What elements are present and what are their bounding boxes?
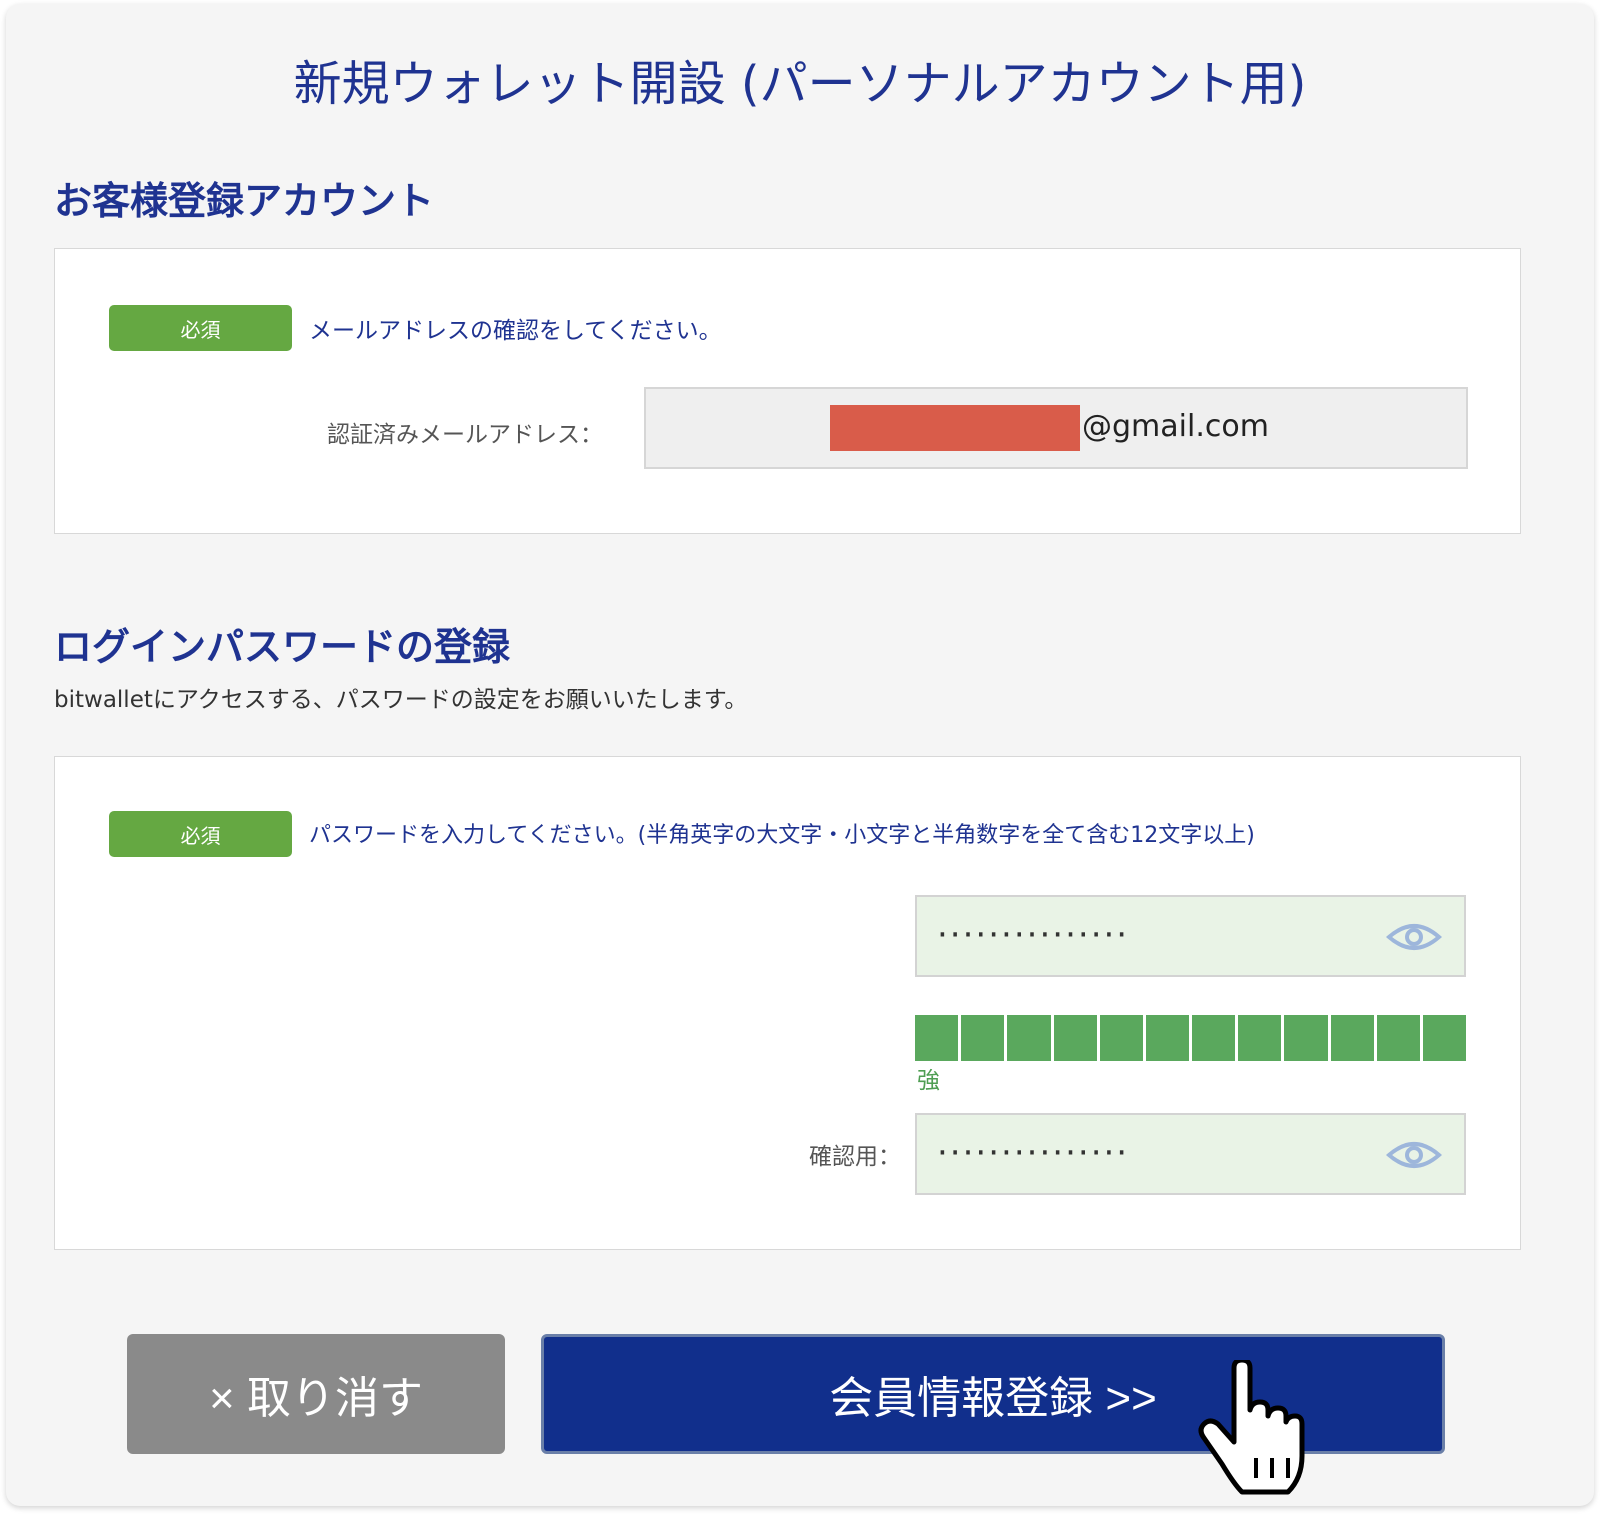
strength-meter-segment bbox=[915, 1015, 959, 1061]
password-strength-meter bbox=[915, 1015, 1467, 1061]
strength-meter-segment bbox=[1053, 1015, 1097, 1061]
strength-meter-segment bbox=[961, 1015, 1005, 1061]
strength-meter-segment bbox=[1422, 1015, 1467, 1061]
cancel-button[interactable]: × 取り消す bbox=[127, 1334, 505, 1454]
email-redaction bbox=[830, 405, 1080, 451]
password-masked-value: ··············· bbox=[937, 915, 1130, 955]
strength-meter-segment bbox=[1099, 1015, 1143, 1061]
password-card: 必須 パスワードを入力してください。(半角英字の大文字・小文字と半角数字を全て含… bbox=[54, 756, 1521, 1250]
strength-meter-segment bbox=[1145, 1015, 1190, 1061]
password-instruction: パスワードを入力してください。(半角英字の大文字・小文字と半角数字を全て含む12… bbox=[309, 823, 1255, 848]
confirm-label: 確認用： bbox=[809, 1144, 901, 1170]
submit-registration-button[interactable]: 会員情報登録 >> bbox=[541, 1334, 1445, 1454]
hand-pointer-icon bbox=[1198, 1360, 1305, 1495]
email-label: 認証済みメールアドレス： bbox=[327, 422, 603, 448]
password-section-heading: ログインパスワードの登録 bbox=[54, 625, 511, 669]
required-badge: 必須 bbox=[109, 305, 292, 351]
required-badge: 必須 bbox=[109, 811, 292, 857]
email-domain-text: @gmail.com bbox=[1082, 409, 1269, 444]
eye-icon[interactable] bbox=[1386, 919, 1442, 955]
password-input[interactable]: ··············· bbox=[915, 895, 1466, 977]
password-section-description: bitwalletにアクセスする、パスワードの設定をお願いいたします。 bbox=[54, 687, 748, 713]
strength-meter-segment bbox=[1192, 1015, 1236, 1061]
account-section-heading: お客様登録アカウント bbox=[54, 179, 435, 223]
strength-meter-segment bbox=[1284, 1015, 1328, 1061]
eye-icon[interactable] bbox=[1386, 1137, 1442, 1173]
confirm-password-input[interactable]: ··············· bbox=[915, 1113, 1466, 1195]
verified-email-field: @gmail.com bbox=[644, 387, 1468, 469]
strength-meter-segment bbox=[1007, 1015, 1051, 1061]
strength-meter-segment bbox=[1330, 1015, 1374, 1061]
password-strength-label: 強 bbox=[917, 1068, 940, 1094]
strength-meter-segment bbox=[1238, 1015, 1282, 1061]
confirm-masked-value: ··············· bbox=[937, 1133, 1130, 1173]
page-title: 新規ウォレット開設 (パーソナルアカウント用) bbox=[293, 56, 1307, 112]
strength-meter-segment bbox=[1376, 1015, 1420, 1061]
registration-page: 新規ウォレット開設 (パーソナルアカウント用) お客様登録アカウント 必須 メー… bbox=[6, 4, 1594, 1506]
account-card: 必須 メールアドレスの確認をしてください。 認証済みメールアドレス： @gmai… bbox=[54, 248, 1521, 534]
email-instruction: メールアドレスの確認をしてください。 bbox=[309, 318, 722, 344]
